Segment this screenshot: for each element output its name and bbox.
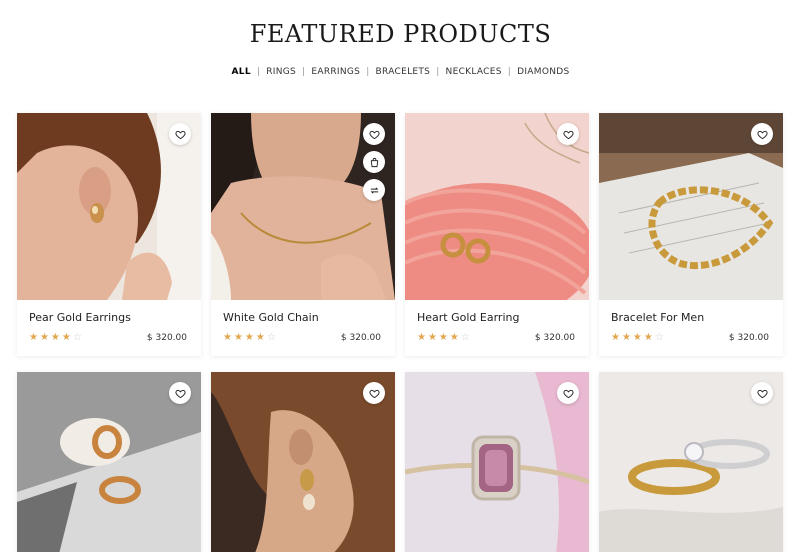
filter-diamonds[interactable]: DIAMONDS [517,67,569,77]
rating-stars: ★★★★☆ [29,332,84,343]
heart-icon [756,130,768,139]
product-card-white-gold-chain[interactable]: White Gold Chain ★★★★☆ $ 320.00 [211,113,395,356]
product-price: $ 320.00 [340,333,381,343]
product-image[interactable] [17,372,201,552]
bag-icon [370,157,378,167]
product-card[interactable] [17,372,201,552]
product-card[interactable] [599,372,783,552]
wishlist-button[interactable] [363,382,385,404]
heart-icon [756,389,768,398]
product-image[interactable] [599,372,783,552]
filter-separator: | [256,67,261,77]
product-name[interactable]: Heart Gold Earring [417,311,577,324]
compare-icon [370,186,378,194]
filter-separator: | [507,67,512,77]
product-card[interactable] [405,372,589,552]
rating-stars: ★★★★☆ [223,332,278,343]
product-image[interactable] [405,113,589,300]
product-price: $ 320.00 [534,333,575,343]
heart-icon [562,389,574,398]
filter-rings[interactable]: RINGS [266,67,296,77]
product-image[interactable] [405,372,589,552]
heart-icon [174,389,186,398]
add-to-cart-button[interactable] [363,151,385,173]
wishlist-button[interactable] [751,382,773,404]
filter-all[interactable]: ALL [232,67,251,77]
filter-separator: | [436,67,440,77]
product-price: $ 320.00 [146,333,187,343]
filter-separator: | [366,67,370,77]
compare-button[interactable] [363,179,385,201]
wishlist-button[interactable] [363,123,385,145]
heart-icon [562,130,574,139]
product-card-pear-gold-earrings[interactable]: Pear Gold Earrings ★★★★☆ $ 320.00 [17,113,201,356]
product-card-bracelet-for-men[interactable]: Bracelet For Men ★★★★☆ $ 320.00 [599,113,783,356]
rating-stars: ★★★★☆ [417,332,472,343]
heart-icon [368,130,380,139]
wishlist-button[interactable] [751,123,773,145]
product-name[interactable]: Bracelet For Men [611,311,771,324]
rating-stars: ★★★★☆ [611,332,666,343]
filter-earrings[interactable]: EARRINGS [311,67,360,77]
product-price: $ 320.00 [728,333,769,343]
product-image[interactable] [17,113,201,300]
wishlist-button[interactable] [557,123,579,145]
heart-icon [368,389,380,398]
product-card-heart-gold-earring[interactable]: Heart Gold Earring ★★★★☆ $ 320.00 [405,113,589,356]
wishlist-button[interactable] [169,382,191,404]
product-name[interactable]: White Gold Chain [223,311,383,324]
product-card[interactable] [211,372,395,552]
category-filters: ALL | RINGS | EARRINGS | BRACELETS | NECKLACES | D… [0,67,801,77]
product-name[interactable]: Pear Gold Earrings [29,311,189,324]
section-title: FEATURED PRODUCTS [249,20,552,48]
filter-bracelets[interactable]: BRACELETS [376,67,431,77]
product-image[interactable] [211,113,395,300]
product-image[interactable] [211,372,395,552]
wishlist-button[interactable] [169,123,191,145]
wishlist-button[interactable] [557,382,579,404]
product-image[interactable] [599,113,783,300]
filter-necklaces[interactable]: NECKLACES [446,67,502,77]
filter-separator: | [302,67,306,77]
heart-icon [174,130,186,139]
